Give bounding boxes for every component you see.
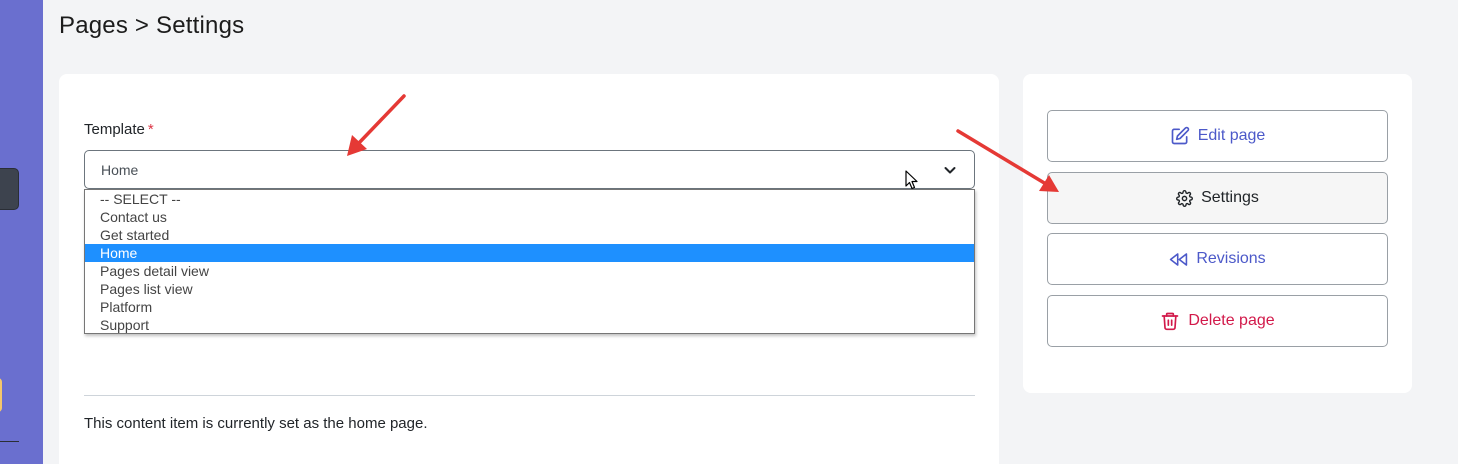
sidebar-button[interactable] <box>0 168 19 210</box>
dropdown-option[interactable]: Pages list view <box>85 280 974 298</box>
sidebar <box>0 0 43 464</box>
dropdown-option[interactable]: Contact us <box>85 208 974 226</box>
breadcrumb: Pages > Settings <box>59 12 245 39</box>
revisions-button[interactable]: Revisions <box>1047 233 1388 285</box>
template-label: Template * <box>84 121 154 138</box>
delete-page-label: Delete page <box>1188 312 1275 329</box>
dropdown-option-selected[interactable]: Home <box>85 244 974 262</box>
required-mark: * <box>147 121 154 138</box>
dropdown-option[interactable]: -- SELECT -- <box>85 190 974 208</box>
dropdown-option[interactable]: Get started <box>85 226 974 244</box>
settings-label: Settings <box>1201 189 1259 206</box>
template-dropdown-list: -- SELECT -- Contact us Get started Home… <box>84 189 975 334</box>
dropdown-option[interactable]: Platform <box>85 298 974 316</box>
rewind-icon <box>1170 252 1188 266</box>
dropdown-option[interactable]: Pages detail view <box>85 262 974 280</box>
edit-page-label: Edit page <box>1197 127 1266 144</box>
sidebar-warning-button[interactable] <box>0 378 2 412</box>
divider <box>84 395 975 396</box>
chevron-down-icon <box>944 167 956 174</box>
delete-page-button[interactable]: Delete page <box>1047 295 1388 347</box>
settings-button[interactable]: Settings <box>1047 172 1388 224</box>
revisions-label: Revisions <box>1196 250 1266 267</box>
edit-page-button[interactable]: Edit page <box>1047 110 1388 162</box>
dropdown-option[interactable]: Support <box>85 316 974 334</box>
gear-icon <box>1176 189 1194 207</box>
edit-icon <box>1171 126 1189 145</box>
home-page-note: This content item is currently set as th… <box>84 415 428 432</box>
sidebar-divider <box>0 441 19 442</box>
template-select[interactable]: Home <box>84 150 975 189</box>
template-select-value: Home <box>101 162 139 178</box>
trash-icon <box>1162 312 1179 331</box>
cursor-icon <box>905 170 918 190</box>
template-label-text: Template <box>84 121 145 138</box>
